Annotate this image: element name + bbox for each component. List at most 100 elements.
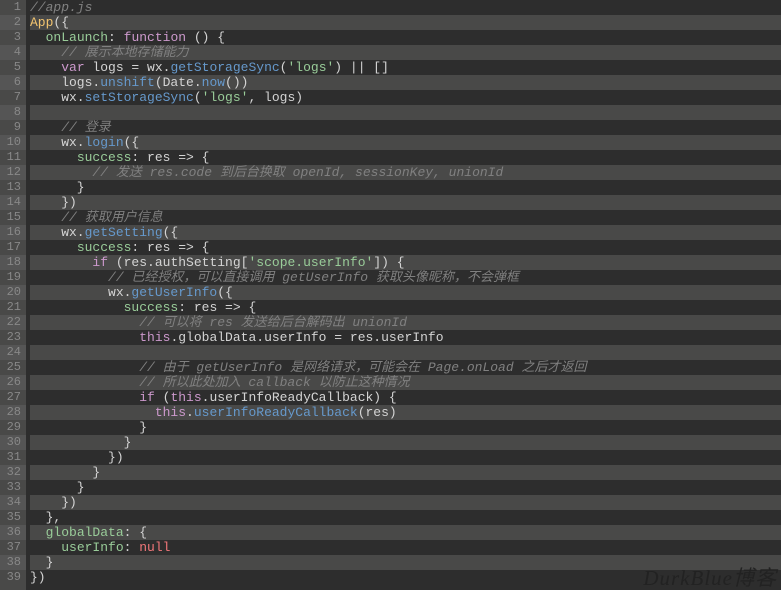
code-line[interactable]: // 所以此处加入 callback 以防止这种情况 <box>30 375 781 390</box>
code-line[interactable]: // 登录 <box>30 120 781 135</box>
line-number: 19 <box>0 270 26 285</box>
code-line[interactable]: success: res => { <box>30 300 781 315</box>
token-punct: ( <box>194 90 202 105</box>
token-comment: // 展示本地存储能力 <box>61 45 188 60</box>
code-line[interactable]: } <box>30 420 781 435</box>
token-punct: : <box>131 240 147 255</box>
token-method: unshift <box>100 75 155 90</box>
code-line[interactable]: }) <box>30 450 781 465</box>
code-line[interactable]: } <box>30 180 781 195</box>
token-var: wx. <box>30 225 85 240</box>
line-number: 24 <box>0 345 26 360</box>
line-number: 12 <box>0 165 26 180</box>
token-string: 'logs' <box>202 90 249 105</box>
code-line[interactable]: userInfo: null <box>30 540 781 555</box>
token-punct: => { <box>217 300 256 315</box>
line-number: 32 <box>0 465 26 480</box>
token-punct: : <box>124 540 140 555</box>
line-number: 39 <box>0 570 26 585</box>
code-line[interactable]: } <box>30 465 781 480</box>
line-number: 3 <box>0 30 26 45</box>
code-line[interactable]: } <box>30 435 781 450</box>
token-method: getUserInfo <box>131 285 217 300</box>
token-punct: ({ <box>217 285 233 300</box>
line-number: 8 <box>0 105 26 120</box>
token-prop: userInfo <box>61 540 123 555</box>
code-line[interactable]: //app.js <box>30 0 781 15</box>
token-var <box>30 60 61 75</box>
code-line[interactable]: wx.getSetting({ <box>30 225 781 240</box>
line-number: 37 <box>0 540 26 555</box>
line-number: 38 <box>0 555 26 570</box>
token-prop: onLaunch <box>46 30 108 45</box>
token-var <box>30 315 139 330</box>
token-string: 'logs' <box>287 60 334 75</box>
token-prop: success <box>124 300 179 315</box>
code-line[interactable]: wx.login({ <box>30 135 781 150</box>
code-line[interactable]: // 获取用户信息 <box>30 210 781 225</box>
token-var <box>30 45 61 60</box>
code-line[interactable]: logs.unshift(Date.now()) <box>30 75 781 90</box>
code-line[interactable]: // 展示本地存储能力 <box>30 45 781 60</box>
line-number: 7 <box>0 90 26 105</box>
token-punct: ( <box>155 390 171 405</box>
token-punct: () { <box>186 30 225 45</box>
token-keyword: if <box>139 390 155 405</box>
token-punct: : { <box>124 525 147 540</box>
line-number: 14 <box>0 195 26 210</box>
code-line[interactable]: onLaunch: function () { <box>30 30 781 45</box>
token-method: userInfoReadyCallback <box>194 405 358 420</box>
code-line[interactable]: }, <box>30 510 781 525</box>
code-line[interactable]: // 可以将 res 发送给后台解码出 unionId <box>30 315 781 330</box>
code-line[interactable]: }) <box>30 495 781 510</box>
code-line[interactable]: this.userInfoReadyCallback(res) <box>30 405 781 420</box>
code-line[interactable] <box>30 105 781 120</box>
token-var <box>30 165 92 180</box>
line-number: 16 <box>0 225 26 240</box>
token-var <box>30 360 139 375</box>
token-func: App <box>30 15 53 30</box>
code-line[interactable]: if (this.userInfoReadyCallback) { <box>30 390 781 405</box>
code-line[interactable] <box>30 345 781 360</box>
code-line[interactable]: // 已经授权，可以直接调用 getUserInfo 获取头像昵称，不会弹框 <box>30 270 781 285</box>
code-line[interactable]: globalData: { <box>30 525 781 540</box>
token-comment: // 获取用户信息 <box>61 210 162 225</box>
line-number: 23 <box>0 330 26 345</box>
token-punct: : <box>108 30 124 45</box>
code-line[interactable]: wx.getUserInfo({ <box>30 285 781 300</box>
token-punct: } <box>30 180 85 195</box>
code-line[interactable]: } <box>30 480 781 495</box>
code-line[interactable]: wx.setStorageSync('logs', logs) <box>30 90 781 105</box>
token-var: res <box>194 300 217 315</box>
token-punct: }) <box>30 570 46 585</box>
code-area[interactable]: //app.jsApp({ onLaunch: function () { //… <box>26 0 781 590</box>
code-line[interactable]: if (res.authSetting['scope.userInfo']) { <box>30 255 781 270</box>
token-var <box>30 390 139 405</box>
code-line[interactable]: // 发送 res.code 到后台换取 openId, sessionKey,… <box>30 165 781 180</box>
code-line[interactable]: success: res => { <box>30 150 781 165</box>
code-line[interactable]: // 由于 getUserInfo 是网络请求，可能会在 Page.onLoad… <box>30 360 781 375</box>
code-line[interactable]: success: res => { <box>30 240 781 255</box>
code-line[interactable]: this.globalData.userInfo = res.userInfo <box>30 330 781 345</box>
token-punct: : <box>131 150 147 165</box>
line-number: 21 <box>0 300 26 315</box>
token-var <box>30 405 155 420</box>
code-line[interactable]: var logs = wx.getStorageSync('logs') || … <box>30 60 781 75</box>
token-punct: (res. <box>108 255 155 270</box>
token-punct: . <box>186 405 194 420</box>
line-number: 15 <box>0 210 26 225</box>
code-line[interactable]: App({ <box>30 15 781 30</box>
token-var <box>30 330 139 345</box>
token-punct: } <box>30 435 131 450</box>
token-var: logs = wx. <box>85 60 171 75</box>
line-number: 27 <box>0 390 26 405</box>
token-punct: (res) <box>358 405 397 420</box>
code-line[interactable]: }) <box>30 195 781 210</box>
line-number: 1 <box>0 0 26 15</box>
token-var: authSetting <box>155 255 241 270</box>
token-comment: // 可以将 res 发送给后台解码出 unionId <box>139 315 407 330</box>
line-number: 28 <box>0 405 26 420</box>
token-punct: = res. <box>327 330 382 345</box>
token-var <box>30 300 124 315</box>
token-keyword: if <box>92 255 108 270</box>
